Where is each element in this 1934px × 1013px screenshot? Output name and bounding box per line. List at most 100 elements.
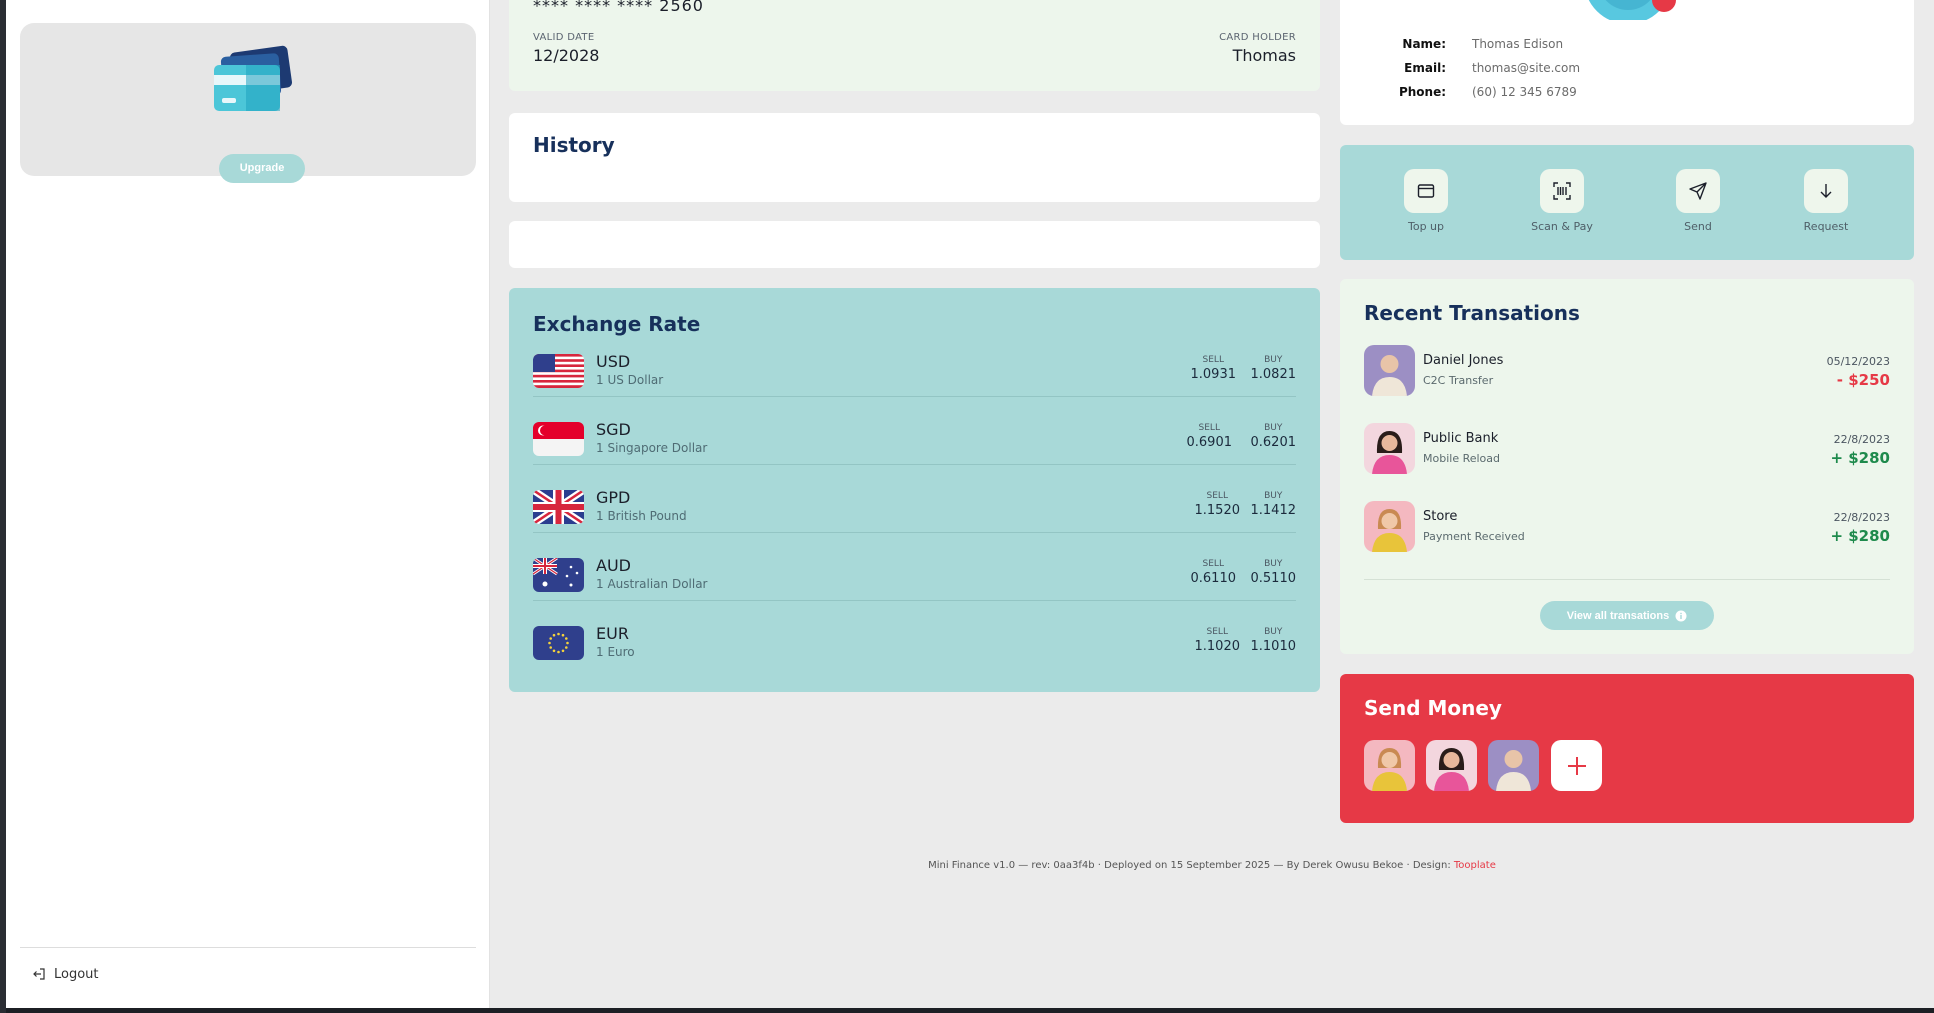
email-value: thomas@site.com — [1472, 61, 1581, 75]
sell-column: SELL 0.6901 — [1187, 423, 1233, 450]
currency-name: 1 Singapore Dollar — [596, 441, 708, 455]
request-label: Request — [1803, 220, 1849, 233]
history-title: History — [533, 133, 615, 157]
sell-value: 1.0931 — [1190, 367, 1237, 382]
currency-code: SGD — [596, 420, 631, 439]
transaction-name: Public Bank — [1423, 431, 1499, 446]
footer: Mini Finance v1.0 — rev: 0aa3f4b · Deplo… — [490, 860, 1934, 871]
contact-avatar[interactable] — [1488, 740, 1539, 791]
phone-value: (60) 12 345 6789 — [1472, 85, 1577, 99]
transaction-date: 22/8/2023 — [1833, 511, 1890, 524]
sell-value: 1.1520 — [1194, 503, 1241, 518]
currency-name: 1 Euro — [596, 645, 635, 659]
rate-row[interactable]: AUD 1 Australian Dollar SELL 0.6110 BUY … — [533, 546, 1296, 614]
contact-avatar[interactable] — [1426, 740, 1477, 791]
us-flag-icon — [533, 354, 584, 388]
request-button[interactable]: Request — [1776, 169, 1876, 233]
currency-name: 1 Australian Dollar — [596, 577, 708, 591]
rate-row[interactable]: USD 1 US Dollar SELL 1.0931 BUY 1.0821 — [533, 342, 1296, 410]
recent-divider — [1364, 579, 1890, 580]
transaction-type: Mobile Reload — [1423, 452, 1501, 465]
add-contact-button[interactable] — [1551, 740, 1602, 791]
transaction-date: 05/12/2023 — [1826, 355, 1890, 368]
transaction-amount: + $280 — [1830, 527, 1890, 545]
transaction-name: Store — [1423, 509, 1458, 524]
sell-label: SELL — [1206, 491, 1228, 501]
top-up-button[interactable]: Top up — [1376, 169, 1476, 233]
transaction-amount: + $280 — [1830, 449, 1890, 467]
buy-label: BUY — [1264, 559, 1283, 569]
currency-name: 1 British Pound — [596, 509, 687, 523]
history-panel: History — [509, 113, 1320, 202]
valid-date-block: VALID DATE 12/2028 — [533, 32, 599, 65]
avatar — [1364, 501, 1415, 552]
sell-label: SELL — [1198, 423, 1220, 433]
upgrade-card: Upgrade — [20, 23, 476, 183]
phone-label: Phone: — [1398, 85, 1446, 99]
sell-column: SELL 1.0931 — [1191, 355, 1237, 382]
info-icon — [1675, 610, 1687, 621]
currency-code: USD — [596, 352, 631, 371]
rate-row[interactable]: GPD 1 British Pound SELL 1.1520 BUY 1.14… — [533, 478, 1296, 546]
currency-code: EUR — [596, 624, 629, 643]
row-divider — [533, 464, 1296, 465]
buy-column: BUY 1.0821 — [1251, 355, 1297, 382]
wallet-icon — [1404, 169, 1448, 213]
card-holder-label: CARD HOLDER — [1219, 32, 1296, 43]
scan-pay-label: Scan & Pay — [1531, 220, 1593, 233]
buy-value: 1.1412 — [1250, 503, 1297, 518]
send-money-panel: Send Money — [1340, 674, 1914, 823]
avatar — [1364, 345, 1415, 396]
buy-label: BUY — [1264, 491, 1283, 501]
recent-title: Recent Transations — [1364, 301, 1580, 325]
transaction-type: C2C Transfer — [1423, 374, 1494, 387]
view-all-label: View all transations — [1566, 609, 1670, 622]
name-value: Thomas Edison — [1472, 37, 1564, 51]
transaction-type: Payment Received — [1423, 530, 1525, 543]
contact-avatar[interactable] — [1364, 740, 1415, 791]
avatar — [1364, 423, 1415, 474]
buy-column: BUY 1.1010 — [1251, 627, 1297, 654]
currency-code: GPD — [596, 488, 631, 507]
transaction-item[interactable]: Store Payment Received 22/8/2023 + $280 — [1364, 501, 1890, 557]
name-label: Name: — [1402, 37, 1446, 51]
profile-panel: Name: Thomas Edison Email: thomas@site.com… — [1340, 0, 1914, 125]
exchange-rate-panel: Exchange Rate USD 1 US Dollar SELL 1.093… — [509, 288, 1320, 692]
sell-label: SELL — [1206, 627, 1228, 637]
view-all-transactions-button[interactable]: View all transations — [1540, 601, 1714, 630]
uk-flag-icon — [533, 490, 584, 524]
card-number: **** **** **** 2560 — [533, 0, 704, 15]
profile-name-row: Name: Thomas Edison — [1390, 37, 1563, 53]
buy-column: BUY 0.5110 — [1251, 559, 1297, 586]
rate-row[interactable]: SGD 1 Singapore Dollar SELL 0.6901 BUY 0… — [533, 410, 1296, 478]
sell-label: SELL — [1202, 559, 1224, 569]
upgrade-button[interactable]: Upgrade — [219, 154, 305, 183]
profile-phone-row: Phone: (60) 12 345 6789 — [1390, 85, 1577, 101]
row-divider — [533, 532, 1296, 533]
logout-button[interactable]: Logout — [32, 964, 99, 984]
scan-pay-button[interactable]: Scan & Pay — [1512, 169, 1612, 233]
footer-design-link[interactable]: Tooplate — [1454, 860, 1496, 871]
barcode-icon — [1540, 169, 1584, 213]
currency-code: AUD — [596, 556, 631, 575]
quick-actions-panel: Top up Scan & Pay Send Request — [1340, 145, 1914, 260]
app-root: Upgrade Logout **** **** **** 2560 VALID… — [0, 0, 1934, 1008]
rate-row[interactable]: EUR 1 Euro SELL 1.1020 BUY 1.1010 — [533, 614, 1296, 682]
buy-label: BUY — [1264, 423, 1283, 433]
logout-icon — [33, 968, 45, 980]
recent-transactions-panel: Recent Transations Daniel Jones C2C Tran… — [1340, 279, 1914, 654]
valid-date-value: 12/2028 — [533, 46, 600, 65]
buy-value: 1.1010 — [1250, 639, 1297, 654]
au-flag-icon — [533, 558, 584, 592]
transaction-item[interactable]: Public Bank Mobile Reload 22/8/2023 + $2… — [1364, 423, 1890, 479]
send-icon — [1676, 169, 1720, 213]
transaction-item[interactable]: Daniel Jones C2C Transfer 05/12/2023 - $… — [1364, 345, 1890, 401]
profile-email-row: Email: thomas@site.com — [1390, 61, 1580, 77]
email-label: Email: — [1404, 61, 1446, 75]
row-divider — [533, 600, 1296, 601]
send-button[interactable]: Send — [1648, 169, 1748, 233]
sell-value: 0.6110 — [1190, 571, 1237, 586]
send-money-title: Send Money — [1364, 696, 1502, 720]
buy-value: 1.0821 — [1250, 367, 1297, 382]
transaction-date: 22/8/2023 — [1833, 433, 1890, 446]
